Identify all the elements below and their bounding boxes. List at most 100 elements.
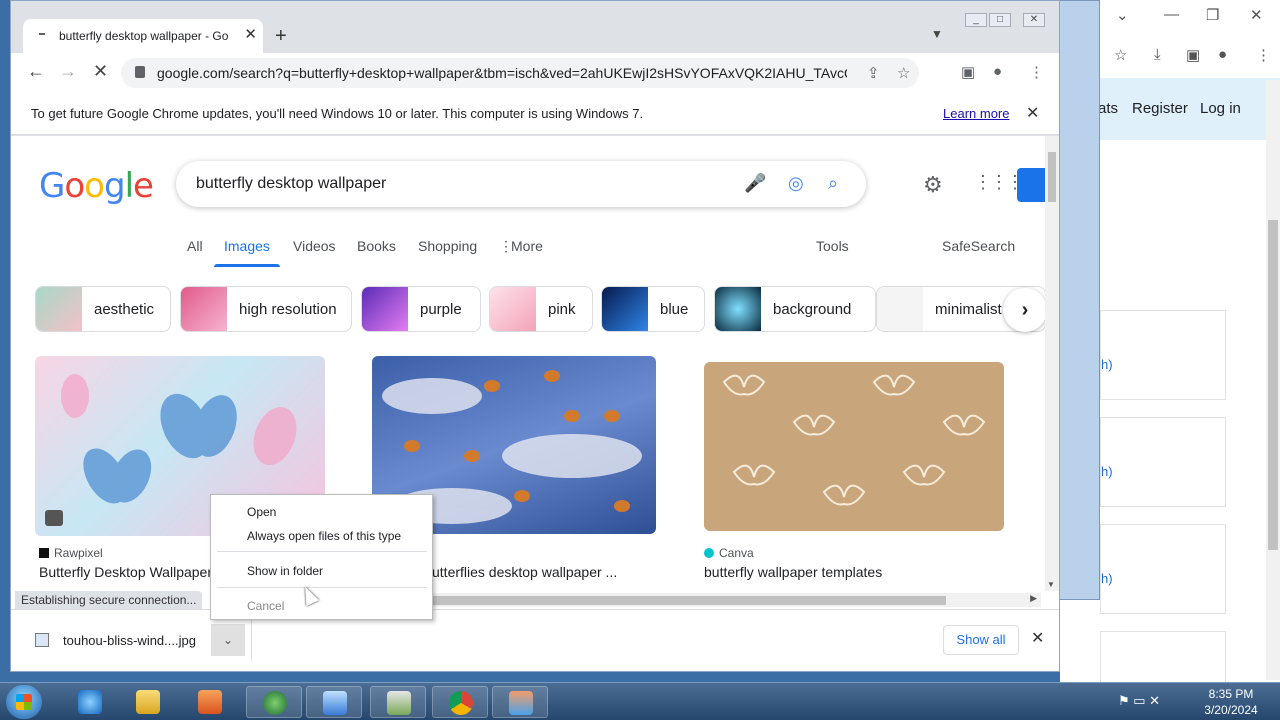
learn-more-link[interactable]: Learn more <box>943 106 1009 121</box>
page-content: Google butterfly desktop wallpaper 🎤 ◎ ⌕… <box>11 136 1045 591</box>
tab-videos[interactable]: Videos <box>293 238 336 254</box>
search-box[interactable]: butterfly desktop wallpaper 🎤 ◎ ⌕ <box>176 161 866 207</box>
apps-grid-icon[interactable]: ⋮⋮⋮ <box>974 172 1024 193</box>
show-all-button[interactable]: Show all <box>943 625 1019 655</box>
taskbar-explorer[interactable] <box>120 686 176 718</box>
browser-tab[interactable]: butterfly desktop wallpaper - Go ✕ <box>23 19 263 53</box>
taskbar-network[interactable] <box>246 686 302 718</box>
page-scrollbar[interactable]: ▼ <box>1045 136 1059 591</box>
loading-icon <box>39 33 45 37</box>
chrome-menu-icon[interactable]: ⋮ <box>1029 63 1044 81</box>
taskbar-ie[interactable] <box>62 686 118 718</box>
login-link[interactable]: Log in <box>1200 100 1241 117</box>
clock[interactable]: 8:35 PM 3/20/2024 <box>1196 686 1266 718</box>
taskbar-media[interactable] <box>182 686 238 718</box>
google-logo[interactable]: Google <box>39 166 154 206</box>
star-icon[interactable]: ☆ <box>1114 46 1127 64</box>
canva-favicon <box>704 548 714 558</box>
chrome-icon <box>449 691 473 715</box>
menu-item-open[interactable]: Open <box>247 505 276 519</box>
profile-icon[interactable]: ● <box>993 63 1002 80</box>
result-title[interactable]: Butterfly Desktop Wallpaper <box>39 564 212 580</box>
download-filename[interactable]: touhou-bliss-wind....jpg <box>63 633 196 648</box>
card-link[interactable]: h) <box>1101 357 1113 372</box>
forward-arrow-icon[interactable]: → <box>59 61 77 82</box>
bookmark-star-icon[interactable]: ☆ <box>897 64 910 82</box>
result-title[interactable]: butterfly wallpaper templates <box>704 564 882 580</box>
result-title[interactable]: utterflies desktop wallpaper ... <box>432 564 617 580</box>
settings-gear-icon[interactable]: ⚙ <box>923 172 943 198</box>
close-window-button[interactable]: ✕ <box>1023 13 1045 27</box>
download-options-chevron-icon[interactable]: ⌄ <box>211 624 245 656</box>
users-icon <box>509 691 533 715</box>
background-scrollbar[interactable] <box>1266 80 1280 680</box>
chip-blue[interactable]: blue <box>601 286 705 332</box>
result-image[interactable] <box>704 362 1004 531</box>
chip-label: pink <box>548 301 576 318</box>
chip-background[interactable]: background <box>714 286 876 332</box>
stop-icon[interactable]: ✕ <box>93 61 108 82</box>
lock-icon[interactable] <box>135 66 145 78</box>
tab-search-chevron-icon[interactable]: ▼ <box>931 27 943 41</box>
chip-label: background <box>773 301 852 318</box>
close-icon[interactable]: ✕ <box>1250 6 1263 24</box>
tab-books[interactable]: Books <box>357 238 396 254</box>
tab-shopping[interactable]: Shopping <box>418 238 477 254</box>
url-text[interactable]: google.com/search?q=butterfly+desktop+wa… <box>157 65 847 81</box>
address-bar[interactable]: google.com/search?q=butterfly+desktop+wa… <box>121 58 919 88</box>
new-tab-button[interactable]: + <box>275 25 287 48</box>
minimize-button[interactable]: _ <box>965 13 987 27</box>
image-file-icon <box>35 633 49 647</box>
taskbar-chrome[interactable] <box>432 686 488 718</box>
tab-images[interactable]: Images <box>224 238 270 254</box>
card-link[interactable]: h) <box>1101 464 1113 479</box>
menu-item-show-in-folder[interactable]: Show in folder <box>247 564 323 578</box>
safesearch-button[interactable]: SafeSearch <box>942 238 1015 254</box>
chip-aesthetic[interactable]: aesthetic <box>35 286 171 332</box>
close-shelf-icon[interactable]: ✕ <box>1031 628 1044 648</box>
tab-close-icon[interactable]: ✕ <box>244 25 257 43</box>
horizontal-scrollbar[interactable]: ▶ <box>421 593 1041 607</box>
menu-item-cancel[interactable]: Cancel <box>247 599 284 613</box>
menu-item-always-open[interactable]: Always open files of this type <box>247 529 401 543</box>
chevron-down-icon[interactable]: ⌄ <box>1116 6 1129 24</box>
taskbar-users[interactable] <box>492 686 548 718</box>
back-arrow-icon[interactable]: ← <box>27 61 45 82</box>
chevron-right-icon[interactable]: › <box>1003 288 1045 332</box>
chip-label: minimalist <box>935 301 1002 318</box>
scroll-right-arrow-icon[interactable]: ▶ <box>1030 593 1037 604</box>
tools-button[interactable]: Tools <box>816 238 849 254</box>
infobar-close-icon[interactable]: ✕ <box>1026 103 1039 123</box>
search-input[interactable]: butterfly desktop wallpaper <box>196 175 386 193</box>
download-icon[interactable]: ⤓ <box>1154 46 1161 63</box>
hscroll-thumb[interactable] <box>421 596 946 605</box>
sign-in-button[interactable] <box>1017 168 1045 202</box>
sidepanel-icon[interactable]: ▣ <box>961 63 975 81</box>
profile-icon[interactable]: ● <box>1218 46 1227 63</box>
chip-pink[interactable]: pink <box>489 286 593 332</box>
media-player-icon <box>198 690 222 714</box>
sidepanel-icon[interactable]: ▣ <box>1186 46 1200 64</box>
nav-partial-link[interactable]: ats <box>1098 100 1118 117</box>
minimize-icon[interactable]: — <box>1164 6 1179 23</box>
menu-icon[interactable]: ⋮ <box>1256 46 1271 64</box>
chip-high-resolution[interactable]: high resolution <box>180 286 352 332</box>
scroll-down-arrow-icon[interactable]: ▼ <box>1047 580 1055 589</box>
share-icon[interactable]: ⇪ <box>867 64 880 82</box>
system-tray-icons[interactable]: ⚑ ▭ ✕ <box>1118 693 1160 709</box>
chip-purple[interactable]: purple <box>361 286 481 332</box>
card-link[interactable]: h) <box>1101 571 1113 586</box>
register-link[interactable]: Register <box>1132 100 1188 117</box>
maximize-button[interactable]: □ <box>989 13 1011 27</box>
tab-more[interactable]: More <box>511 238 543 254</box>
microphone-icon[interactable]: 🎤 <box>744 173 766 194</box>
scrollbar-thumb[interactable] <box>1048 152 1056 202</box>
search-icon[interactable]: ⌕ <box>828 173 838 194</box>
restore-icon[interactable]: ❐ <box>1206 6 1219 24</box>
start-button[interactable] <box>6 685 42 719</box>
tab-all[interactable]: All <box>187 238 203 254</box>
lens-icon[interactable]: ◎ <box>788 173 804 194</box>
taskbar-control-panel[interactable] <box>306 686 362 718</box>
search-tabs: All Images Videos Books Shopping ⋮ More … <box>11 226 1045 268</box>
taskbar-tool[interactable] <box>370 686 426 718</box>
